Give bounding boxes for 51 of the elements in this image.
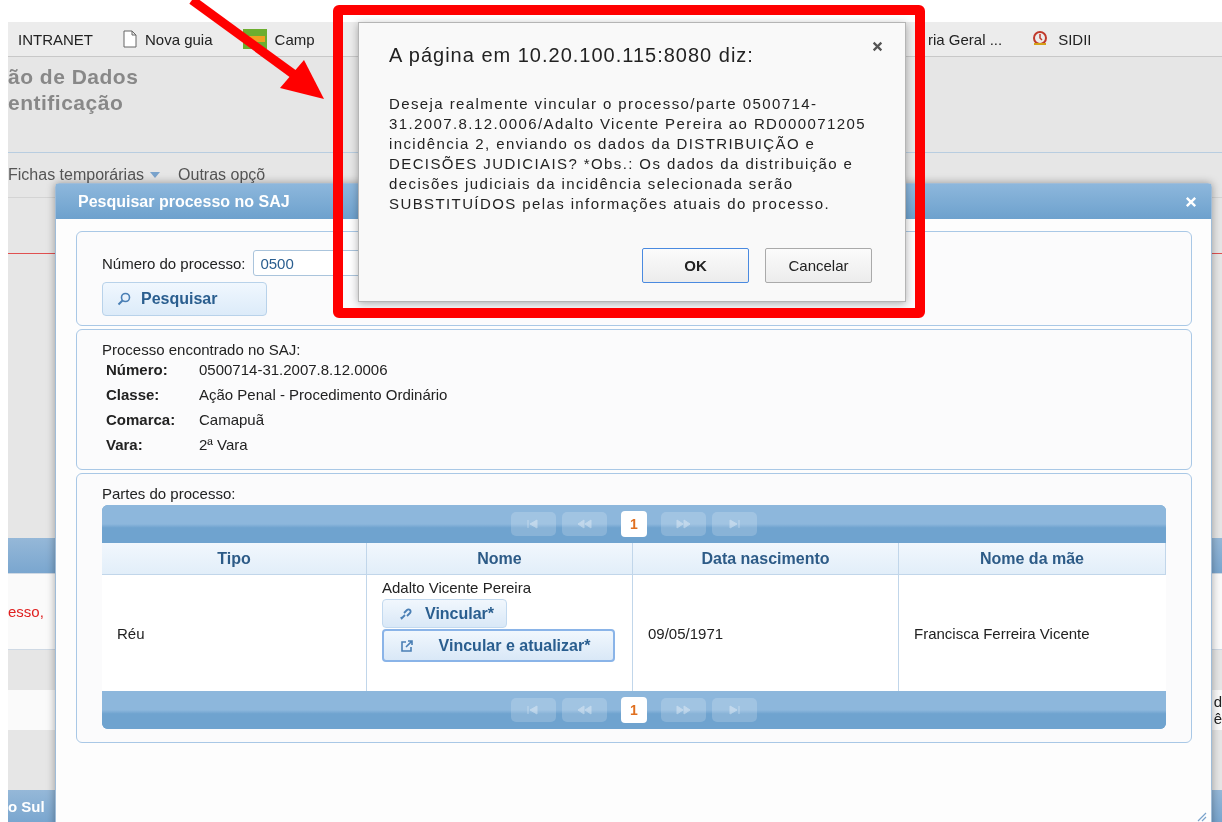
link-party-button[interactable]: Vincular e atualizar* (382, 629, 615, 662)
field-value: Ação Penal - Procedimento Ordinário (199, 385, 449, 404)
dialog-title: A página em 10.20.100.115:8080 diz: (389, 44, 754, 67)
error-text: esso, (8, 603, 44, 620)
link-party-button[interactable]: Vincular* (382, 599, 508, 628)
table-cell-text: Francisca Ferreira Vicente (913, 623, 1091, 644)
field-value: 0500714-31.2007.8.12.0006 (199, 360, 389, 379)
page-heading: entificação (8, 90, 124, 116)
rewind-icon (576, 703, 593, 717)
column-header: Nome da mãe (899, 543, 1166, 575)
field-label: Número: (106, 360, 169, 379)
close-icon[interactable] (872, 41, 883, 52)
dialog-title: Pesquisar processo no SAJ (78, 192, 290, 211)
bookmark-link[interactable]: INTRANET (18, 30, 93, 48)
field-label: Comarca: (106, 410, 177, 429)
column-header: Data nascimento (633, 543, 899, 575)
search-button[interactable]: Pesquisar (102, 282, 267, 316)
fast-forward-icon (675, 703, 692, 717)
dialog-message: Deseja realmente vincular o processo/parte 0500714-31.2007.8.12.0006/Adalto Vicente Pereira ao RD000071205 incidência 2, enviando os dados da DISTRIBUIÇÃO e DECISÕES JUDICIAIS? *Obs.: Os dados da distribuição e decisões judiciais da incidência selecionada serão SUBSTITUÍDOS pelas informações atuais do processo. (389, 94, 868, 214)
bookmark-link[interactable]: Camp (274, 30, 315, 48)
external-link-icon (400, 638, 414, 653)
column-header: Nome (367, 543, 633, 575)
field-value: 2ª Vara (199, 435, 249, 454)
bookmark-link[interactable]: ria Geral ... (928, 30, 1003, 48)
skip-last-icon (726, 517, 743, 531)
fast-forward-icon (675, 517, 692, 531)
field-label: Número do processo: (102, 254, 246, 272)
rewind-icon (576, 517, 593, 531)
menu-item[interactable]: Fichas temporárias (8, 166, 161, 184)
field-label: Classe: (106, 385, 161, 404)
menu-item[interactable]: Outras opçõ (178, 166, 266, 184)
panel-heading: Processo encontrado no SAJ: (102, 341, 302, 358)
caret-icon (150, 172, 161, 178)
party-name: Adalto Vicente Pereira (382, 579, 531, 596)
page-icon (123, 30, 137, 48)
dialog-button[interactable]: Cancelar (765, 248, 872, 283)
column-header: Tipo (102, 543, 367, 575)
bookmark-link[interactable]: SIDII (1058, 30, 1092, 48)
dialog-button[interactable]: OK (642, 248, 749, 283)
text-fragment: d (1213, 693, 1222, 710)
link-icon (399, 606, 413, 621)
resize-grip-icon[interactable] (1195, 810, 1207, 822)
text-fragment: ê (1213, 710, 1222, 727)
bookmark-link[interactable]: Nova guia (145, 30, 213, 48)
field-value: Camapuã (199, 410, 266, 429)
footer-text: o Sul (8, 797, 45, 815)
field-label: Vara: (106, 435, 144, 454)
search-icon (117, 292, 131, 306)
skip-last-icon (726, 703, 743, 717)
panel-heading: Partes do processo: (102, 485, 237, 502)
page-heading: ão de Dados (8, 64, 139, 90)
